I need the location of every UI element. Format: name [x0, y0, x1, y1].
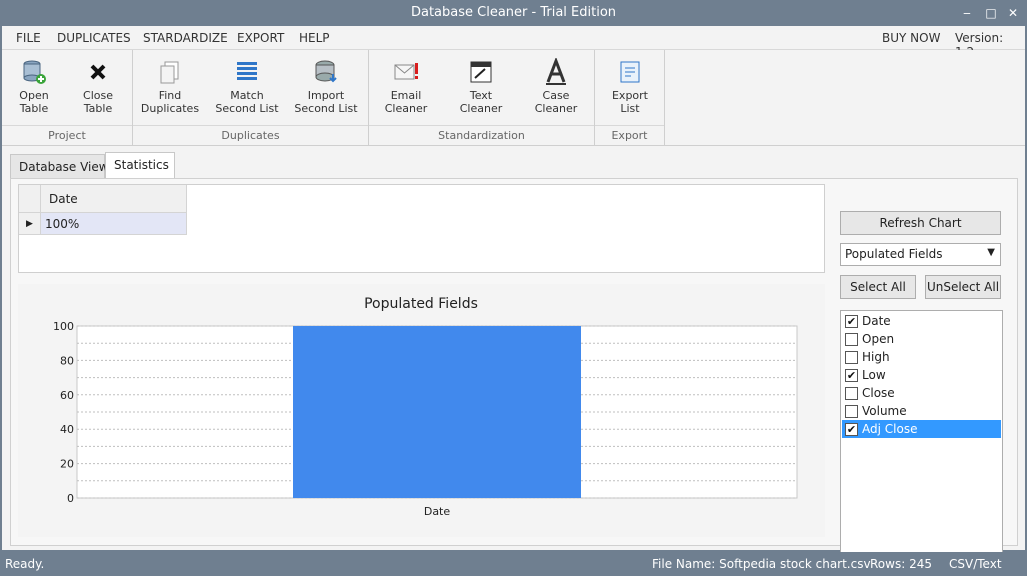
x-axis-ticks: Date [424, 505, 451, 518]
field-checkbox-item[interactable]: High [842, 348, 1001, 366]
select-all-button[interactable]: Select All [840, 275, 916, 299]
field-label: Open [862, 332, 895, 346]
chart-type-value: Populated Fields [845, 247, 943, 261]
email-cleaner-button[interactable]: Email Cleaner [371, 56, 441, 122]
ribbon-group-standardization: Email Cleaner Text Cleaner Case Cleaner … [369, 50, 595, 146]
open-table-icon [23, 60, 46, 84]
chevron-down-icon: ▼ [987, 247, 995, 258]
maximize-icon[interactable]: □ [981, 3, 1001, 23]
letter-a-icon [546, 58, 566, 85]
unselect-all-button[interactable]: UnSelect All [925, 275, 1001, 299]
group-label-duplicates: Duplicates [133, 125, 368, 146]
list-icon [237, 62, 257, 80]
menu-standardize[interactable]: STARDARDIZE [143, 31, 228, 45]
ribbon-group-project: Open Table Close Table Project [2, 50, 133, 146]
field-checkbox-item[interactable]: Close [842, 384, 1001, 402]
close-table-button[interactable]: Close Table [63, 56, 133, 122]
buy-now-link[interactable]: BUY NOW [882, 31, 940, 45]
close-window-icon[interactable]: ✕ [1003, 3, 1023, 23]
grid-column-header[interactable]: Date [41, 185, 187, 213]
fields-checklist: ✔ Date Open High ✔ Low Close Volume ✔ Adj Close [840, 310, 1003, 563]
group-label-export: Export [595, 125, 664, 146]
chart-panel: Populated Fields 0 20 40 60 80 100 Date [18, 284, 825, 537]
field-label: Date [862, 314, 891, 328]
main-window: FILE DUPLICATES STARDARDIZE EXPORT HELP … [2, 26, 1025, 563]
window-title: Database Cleaner - Trial Edition [410, 5, 617, 20]
grid-cell[interactable]: 100% [41, 213, 187, 235]
menu-file[interactable]: FILE [16, 31, 41, 45]
field-checkbox-item[interactable]: Volume [842, 402, 1001, 420]
checkbox-unchecked-icon[interactable] [845, 333, 858, 346]
field-checkbox-item[interactable]: ✔ Adj Close [842, 420, 1001, 438]
open-table-button[interactable]: Open Table [0, 56, 69, 122]
checkbox-unchecked-icon[interactable] [845, 351, 858, 364]
status-bar: Ready. File Name: Softpedia stock chart.… [0, 552, 1027, 576]
y-tick-label: 20 [60, 458, 74, 471]
y-tick-label: 100 [53, 320, 74, 333]
menu-bar: FILE DUPLICATES STARDARDIZE EXPORT HELP … [2, 26, 1025, 59]
field-label: High [862, 350, 890, 364]
status-type: CSV/Text [949, 557, 1002, 571]
field-label: Adj Close [862, 422, 918, 436]
y-tick-label: 60 [60, 389, 74, 402]
field-checkbox-item[interactable]: Open [842, 330, 1001, 348]
stats-grid: Date ▶ 100% [18, 184, 825, 273]
refresh-chart-button[interactable]: Refresh Chart [840, 211, 1001, 235]
minimize-icon[interactable]: ‒ [957, 3, 977, 23]
checkbox-unchecked-icon[interactable] [845, 387, 858, 400]
y-tick-label: 40 [60, 423, 74, 436]
y-axis-ticks: 0 20 40 60 80 100 [53, 320, 74, 505]
menu-duplicates[interactable]: DUPLICATES [57, 31, 131, 45]
y-tick-label: 80 [60, 354, 74, 367]
find-duplicates-button[interactable]: Find Duplicates [135, 56, 205, 122]
tab-statistics[interactable]: Statistics [105, 152, 175, 179]
status-file-name: File Name: Softpedia stock chart.csv [652, 557, 871, 571]
status-rows: Rows: 245 [870, 557, 932, 571]
group-label-project: Project [2, 125, 132, 146]
ribbon-group-export: Export List Export [595, 50, 665, 146]
y-tick-label: 0 [67, 492, 74, 505]
field-label: Low [862, 368, 886, 382]
database-import-icon [315, 60, 337, 83]
chart-type-select[interactable]: Populated Fields ▼ [840, 243, 1001, 266]
checkbox-checked-icon[interactable]: ✔ [845, 315, 858, 328]
chart-bars [293, 326, 581, 498]
x-tick-label: Date [424, 505, 451, 518]
field-checkbox-item[interactable]: ✔ Low [842, 366, 1001, 384]
close-icon [90, 64, 106, 80]
chart-bar [293, 326, 581, 498]
export-icon [620, 61, 640, 83]
group-label-standardization: Standardization [369, 125, 594, 146]
bar-chart: Populated Fields 0 20 40 60 80 100 Date [53, 296, 798, 518]
checkbox-checked-icon[interactable]: ✔ [845, 369, 858, 382]
field-checkbox-item[interactable]: ✔ Date [842, 312, 1001, 330]
title-bar: Database Cleaner - Trial Edition ‒ □ ✕ [0, 0, 1027, 26]
field-label: Close [862, 386, 895, 400]
case-cleaner-button[interactable]: Case Cleaner [521, 56, 591, 122]
menu-help[interactable]: HELP [299, 31, 330, 45]
checkbox-checked-icon[interactable]: ✔ [845, 423, 858, 436]
field-label: Volume [862, 404, 907, 418]
statistics-panel: Date ▶ 100% Populated Fields 0 20 40 60 80 10… [10, 178, 1018, 563]
grid-corner [19, 185, 41, 213]
match-second-list-button[interactable]: Match Second List [212, 56, 282, 122]
ribbon-toolbar: Open Table Close Table Project Find Dupl… [2, 50, 1025, 146]
chart-title: Populated Fields [364, 296, 478, 312]
checkbox-unchecked-icon[interactable] [845, 405, 858, 418]
import-second-list-button[interactable]: Import Second List [291, 56, 361, 122]
email-icon [394, 63, 418, 80]
text-cleaner-button[interactable]: Text Cleaner [446, 56, 516, 122]
menu-export[interactable]: EXPORT [237, 31, 284, 45]
status-ready: Ready. [5, 557, 45, 571]
row-pointer-icon[interactable]: ▶ [19, 213, 41, 235]
export-list-button[interactable]: Export List [595, 56, 665, 122]
ribbon-group-duplicates: Find Duplicates Match Second List Import… [133, 50, 369, 146]
find-duplicates-icon [160, 61, 179, 84]
text-edit-icon [470, 61, 492, 83]
tab-database-view[interactable]: Database View [10, 154, 109, 178]
